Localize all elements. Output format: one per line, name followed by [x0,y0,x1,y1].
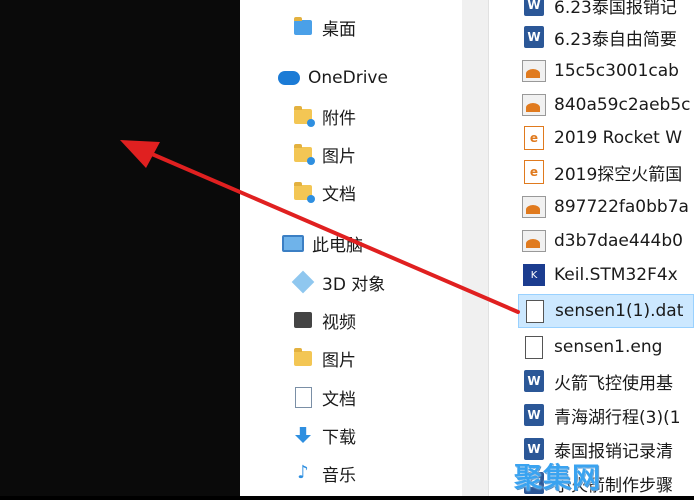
arrow-shaft [136,146,520,314]
watermark-logo: 聚集网 [514,461,602,494]
annotation-arrow [120,140,520,314]
